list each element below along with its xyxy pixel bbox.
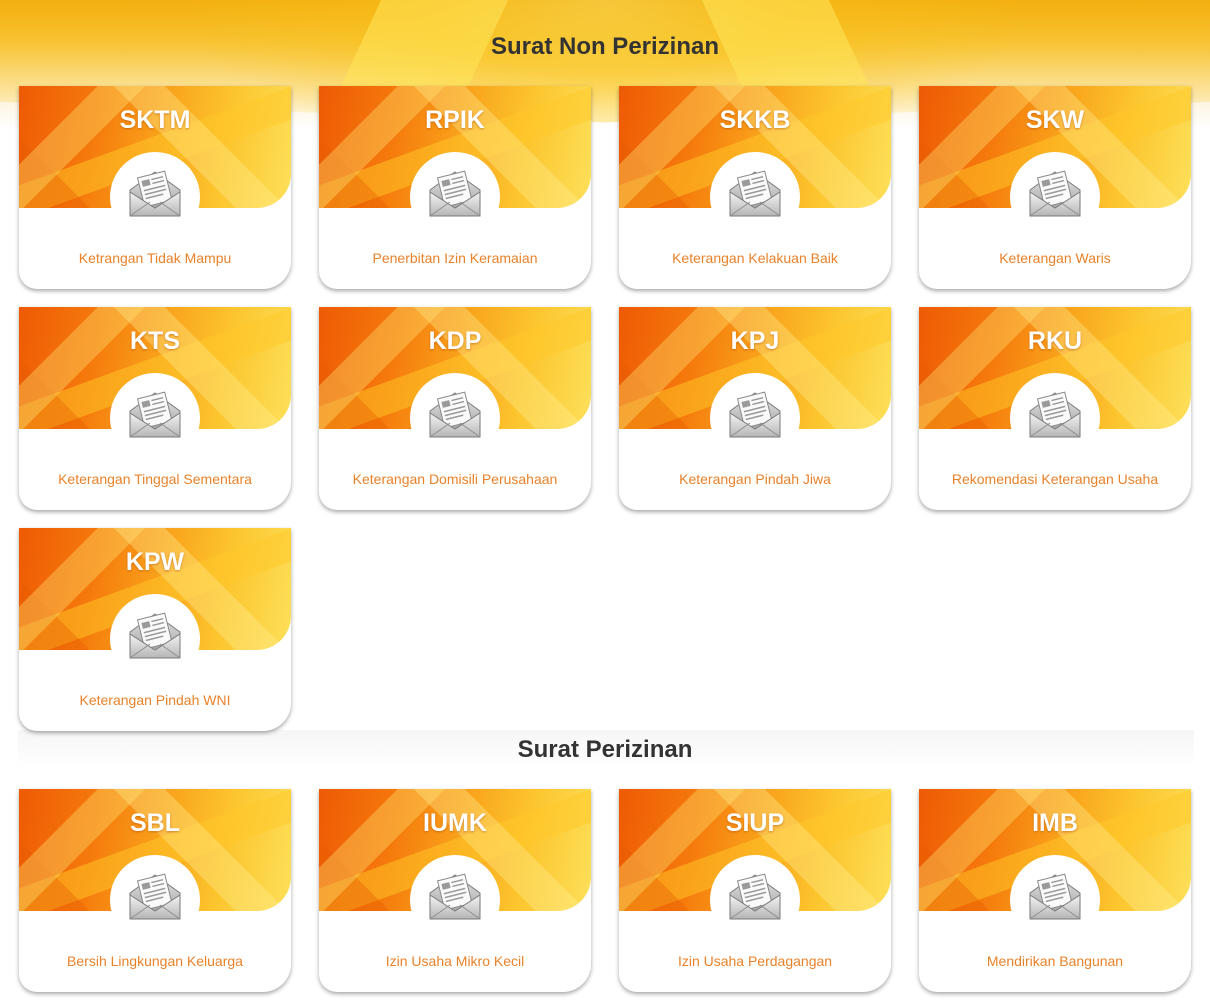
- service-card-kts[interactable]: KTS Keterangan Tinggal Sementara: [19, 307, 291, 510]
- service-card-skkb[interactable]: SKKB Keterangan Kelakuan Baik: [619, 86, 891, 289]
- card-icon-circle: [1010, 855, 1100, 945]
- envelope-document-icon: [429, 170, 481, 217]
- card-code: IUMK: [423, 809, 487, 837]
- card-label: Keterangan Domisili Perusahaan: [352, 471, 558, 487]
- card-label: Keterangan Tinggal Sementara: [58, 471, 252, 487]
- card-label: Rekomendasi Keterangan Usaha: [951, 471, 1159, 487]
- card-code: KDP: [428, 327, 482, 355]
- envelope-document-icon: [729, 170, 781, 217]
- envelope-document-icon: [1029, 873, 1081, 920]
- envelope-document-icon: [129, 170, 181, 217]
- card-icon-circle: [110, 152, 200, 242]
- card-code: KTS: [130, 327, 180, 355]
- card-icon-circle: [410, 855, 500, 945]
- card-code: SBL: [130, 809, 180, 837]
- card-label: Mendirikan Bangunan: [986, 953, 1124, 969]
- card-label: Izin Usaha Mikro Kecil: [385, 953, 525, 969]
- service-card-rpik[interactable]: RPIK Penerbitan Izin Keramaian: [319, 86, 591, 289]
- card-icon-circle: [410, 152, 500, 242]
- envelope-document-icon: [1029, 391, 1081, 438]
- service-card-kpj[interactable]: KPJ Keterangan Pindah Jiwa: [619, 307, 891, 510]
- card-label: Keterangan Pindah WNI: [79, 692, 231, 708]
- section-title-perizinan: Surat Perizinan: [517, 736, 693, 763]
- card-code: IMB: [1032, 809, 1078, 837]
- service-card-skw[interactable]: SKW Keterangan Waris: [919, 86, 1191, 289]
- card-code: SKKB: [719, 106, 791, 134]
- card-label: Bersih Lingkungan Keluarga: [67, 953, 243, 969]
- envelope-document-icon: [1029, 170, 1081, 217]
- service-card-sktm[interactable]: SKTM Ketrangan Tidak Mampu: [19, 86, 291, 289]
- card-code: RKU: [1027, 327, 1083, 355]
- card-icon-circle: [710, 152, 800, 242]
- service-card-iumk[interactable]: IUMK Izin Usaha Mikro Kecil: [319, 789, 591, 992]
- envelope-document-icon: [129, 873, 181, 920]
- card-code: SKW: [1025, 106, 1085, 134]
- card-code: KPW: [125, 548, 185, 576]
- service-card-rku[interactable]: RKU Rekomendasi Keterangan Usaha: [919, 307, 1191, 510]
- card-icon-circle: [110, 855, 200, 945]
- service-card-kpw[interactable]: KPW Keterangan Pindah WNI: [19, 528, 291, 731]
- card-code: SIUP: [725, 809, 785, 837]
- card-icon-circle: [110, 373, 200, 463]
- envelope-document-icon: [729, 391, 781, 438]
- card-icon-circle: [410, 373, 500, 463]
- section-title-non-perizinan: Surat Non Perizinan: [490, 33, 720, 60]
- card-label: Izin Usaha Perdagangan: [677, 953, 833, 969]
- card-label: Penerbitan Izin Keramaian: [372, 250, 538, 266]
- card-code: RPIK: [425, 106, 485, 134]
- card-label: Ketrangan Tidak Mampu: [78, 250, 232, 266]
- card-icon-circle: [710, 373, 800, 463]
- envelope-document-icon: [429, 873, 481, 920]
- card-label: Keterangan Kelakuan Baik: [672, 250, 838, 266]
- envelope-document-icon: [729, 873, 781, 920]
- service-card-siup[interactable]: SIUP Izin Usaha Perdagangan: [619, 789, 891, 992]
- envelope-document-icon: [129, 391, 181, 438]
- card-icon-circle: [1010, 152, 1100, 242]
- envelope-document-icon: [129, 612, 181, 659]
- service-card-imb[interactable]: IMB Mendirikan Bangunan: [919, 789, 1191, 992]
- card-icon-circle: [710, 855, 800, 945]
- card-icon-circle: [110, 594, 200, 684]
- envelope-document-icon: [429, 391, 481, 438]
- card-label: Keterangan Pindah Jiwa: [679, 471, 831, 487]
- service-card-kdp[interactable]: KDP Keterangan Domisili Perusahaan: [319, 307, 591, 510]
- service-card-sbl[interactable]: SBL Bersih Lingkungan Keluarga: [19, 789, 291, 992]
- card-icon-circle: [1010, 373, 1100, 463]
- card-label: Keterangan Waris: [999, 250, 1111, 266]
- card-code: KPJ: [730, 327, 780, 355]
- card-code: SKTM: [119, 106, 191, 134]
